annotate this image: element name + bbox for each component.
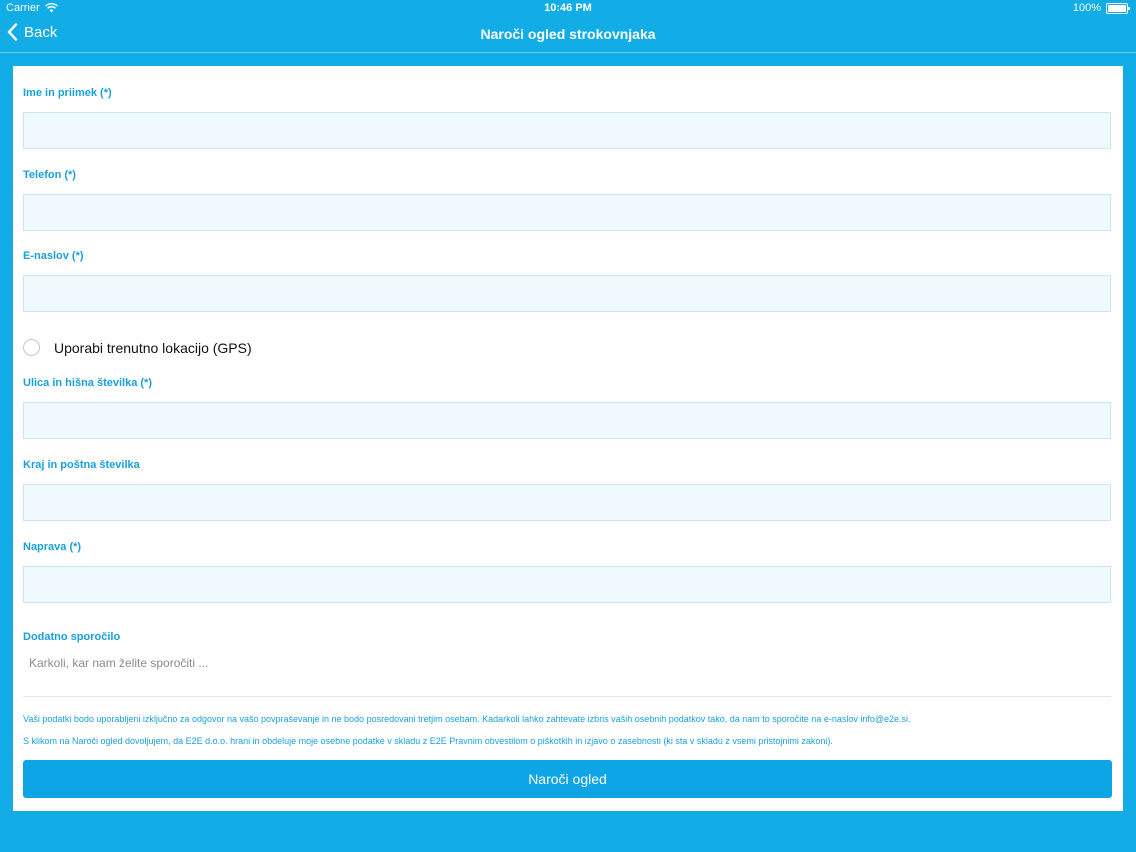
city-label: Kraj in poštna številka [23, 459, 140, 471]
phone-label: Telefon (*) [23, 169, 76, 181]
email-input[interactable] [24, 276, 1110, 311]
phone-input[interactable] [24, 195, 1110, 230]
status-bar: Carrier 10:46 PM 100% [0, 0, 1136, 17]
divider [23, 696, 1111, 697]
battery-percent: 100% [1072, 2, 1101, 14]
email-field[interactable] [23, 275, 1111, 312]
submit-button[interactable]: Naroči ogled [23, 760, 1112, 798]
message-input[interactable] [23, 652, 1111, 682]
device-input[interactable] [24, 567, 1110, 602]
email-label: E-naslov (*) [23, 250, 84, 262]
page-title: Naroči ogled strokovnjaka [480, 26, 656, 42]
clock: 10:46 PM [544, 2, 592, 14]
name-input[interactable] [24, 113, 1110, 148]
device-field[interactable] [23, 566, 1111, 603]
message-field[interactable] [23, 652, 1111, 682]
name-label: Ime in priimek (*) [23, 87, 112, 99]
navigation-bar: Back Naroči ogled strokovnjaka [0, 17, 1136, 53]
order-form: Ime in priimek (*) Telefon (*) E-naslov … [13, 66, 1123, 811]
phone-field[interactable] [23, 194, 1111, 231]
privacy-notice: Vaši podatki bodo uporabljeni izključno … [23, 714, 911, 724]
consent-notice: S klikom na Naroči ogled dovoljujem, da … [23, 736, 833, 746]
battery-indicator: 100% [1072, 2, 1130, 14]
street-input[interactable] [24, 403, 1110, 438]
battery-icon [1106, 2, 1130, 14]
message-label: Dodatno sporočilo [23, 631, 121, 643]
street-label: Ulica in hišna številka (*) [23, 377, 152, 389]
gps-label: Uporabi trenutno lokacijo (GPS) [54, 339, 252, 356]
device-label: Naprava (*) [23, 541, 82, 553]
city-input[interactable] [24, 485, 1110, 520]
name-field[interactable] [23, 112, 1111, 149]
street-field[interactable] [23, 402, 1111, 439]
city-field[interactable] [23, 484, 1111, 521]
gps-radio[interactable] [23, 339, 40, 356]
gps-option[interactable]: Uporabi trenutno lokacijo (GPS) [23, 339, 252, 356]
